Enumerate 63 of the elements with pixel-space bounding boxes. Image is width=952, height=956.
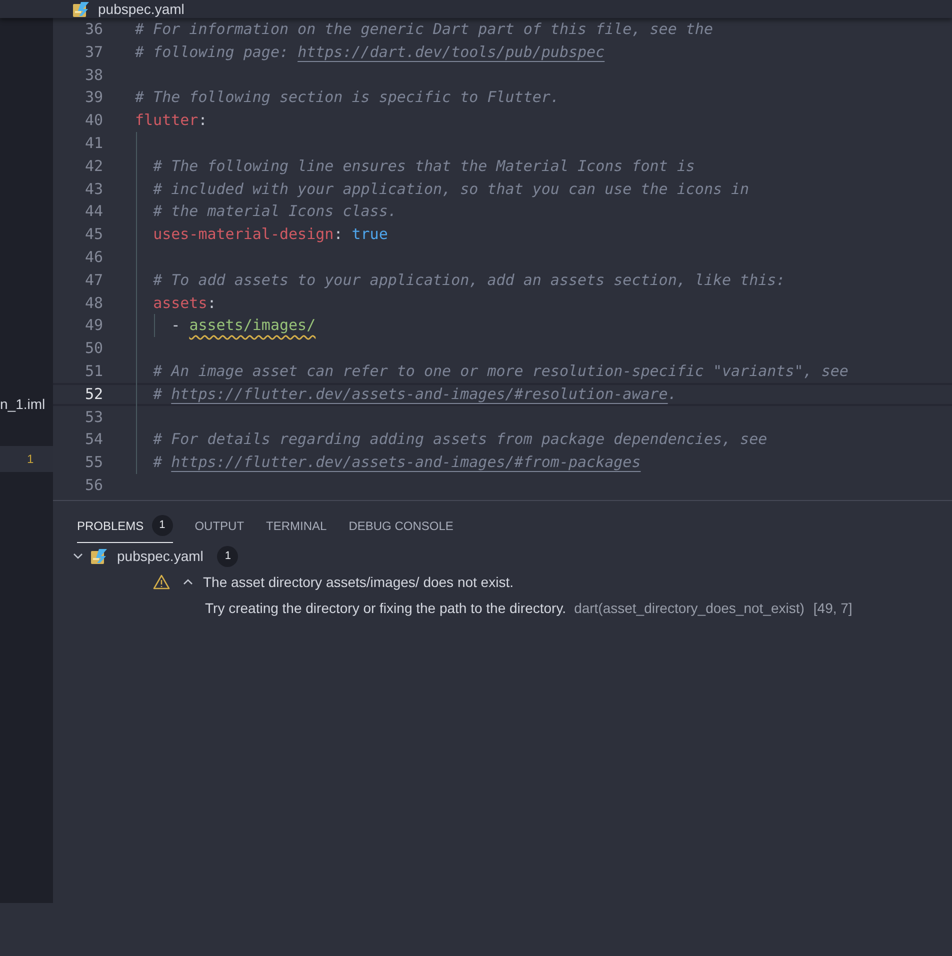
panel-tab[interactable]: TERMINAL (266, 509, 327, 543)
line-number: 54 (84, 430, 103, 450)
yaml-file-icon (90, 548, 108, 564)
code-link[interactable]: https://dart.dev/tools/pub/pubspec (298, 42, 605, 61)
code-comment: # For details regarding adding assets from package dependencies, see (153, 430, 768, 448)
count-badge: 1 (152, 515, 173, 536)
line-number: 49 (84, 316, 103, 336)
yaml-boolean: true (352, 225, 388, 244)
yaml-string: assets/images/ (189, 316, 316, 334)
panel-tab[interactable]: OUTPUT (194, 509, 244, 543)
line-number: 48 (84, 294, 103, 312)
code-comment: # The following section is specific to Flutter. (135, 88, 560, 106)
yaml-key: flutter (135, 111, 198, 130)
code-comment: # The following line ensures that the Material Icons font is (153, 156, 695, 175)
line-number: 42 (84, 156, 103, 176)
editor-tab[interactable]: pubspec.yaml (72, 0, 184, 18)
file-name[interactable]: n_1.iml (0, 394, 46, 415)
line-number: 44 (84, 202, 103, 222)
code-comment: # following page: (135, 42, 290, 61)
problem-location: [49, 7] (813, 598, 852, 618)
line-number: 55 (84, 453, 103, 472)
problem-message[interactable]: The asset directory assets/images/ does not exist. (203, 572, 514, 592)
problem-file-name[interactable]: pubspec.yaml (117, 546, 204, 566)
panel-tab[interactable]: DEBUG CONSOLE (348, 509, 454, 543)
line-number: 50 (84, 339, 103, 358)
code-comment: # included with your application, so that you can use the icons in (153, 180, 750, 198)
line-number: 40 (84, 111, 103, 130)
code-punctuation: : (334, 225, 344, 244)
line-number: 36 (84, 20, 103, 39)
problem-source: dart(asset_directory_does_not_exist) (574, 598, 804, 618)
yaml-key: assets (153, 294, 208, 312)
problem-count: 1 (27, 450, 34, 468)
code-comment: # (153, 453, 164, 472)
code-link[interactable]: https://flutter.dev/assets-and-images/#from-packages (171, 453, 641, 472)
line-number: 43 (84, 180, 103, 198)
line-number: 56 (84, 476, 103, 495)
count-badge: 1 (217, 546, 238, 566)
line-number: 53 (84, 408, 103, 426)
problem-detail: Try creating the directory or fixing the path to the directory. (205, 598, 566, 618)
code-comment: # An image asset can refer to one or more resolution-specific "variants", see (153, 362, 848, 380)
panel-tab[interactable]: PROBLEMS 1 (77, 509, 173, 543)
indent-guide (154, 314, 156, 338)
code-comment: # the material Icons class. (153, 202, 397, 220)
line-number: 45 (84, 225, 103, 244)
code-punctuation: - (171, 316, 182, 334)
line-number: 47 (84, 270, 103, 290)
line-number: 51 (84, 362, 103, 381)
line-number: 39 (84, 88, 103, 108)
line-number: 46 (84, 248, 103, 267)
yaml-key: uses-material-design (153, 225, 334, 244)
code-comment: . (668, 384, 677, 403)
code-punctuation: : (207, 294, 216, 312)
code-link[interactable]: https://flutter.dev/assets-and-images/#resolution-aware (171, 384, 668, 403)
code-comment: # To add assets to your application, add an assets section, like this: (153, 270, 786, 289)
line-number: 41 (84, 134, 103, 153)
line-number: 37 (84, 42, 103, 62)
line-number: 52 (84, 384, 103, 404)
code-punctuation: : (198, 111, 208, 130)
code-comment: # For information on the generic Dart part of this file, see the (135, 20, 713, 38)
warning-icon (153, 574, 170, 590)
line-number: 38 (84, 66, 103, 84)
yaml-file-icon (72, 0, 90, 18)
code-comment: # (153, 384, 164, 403)
